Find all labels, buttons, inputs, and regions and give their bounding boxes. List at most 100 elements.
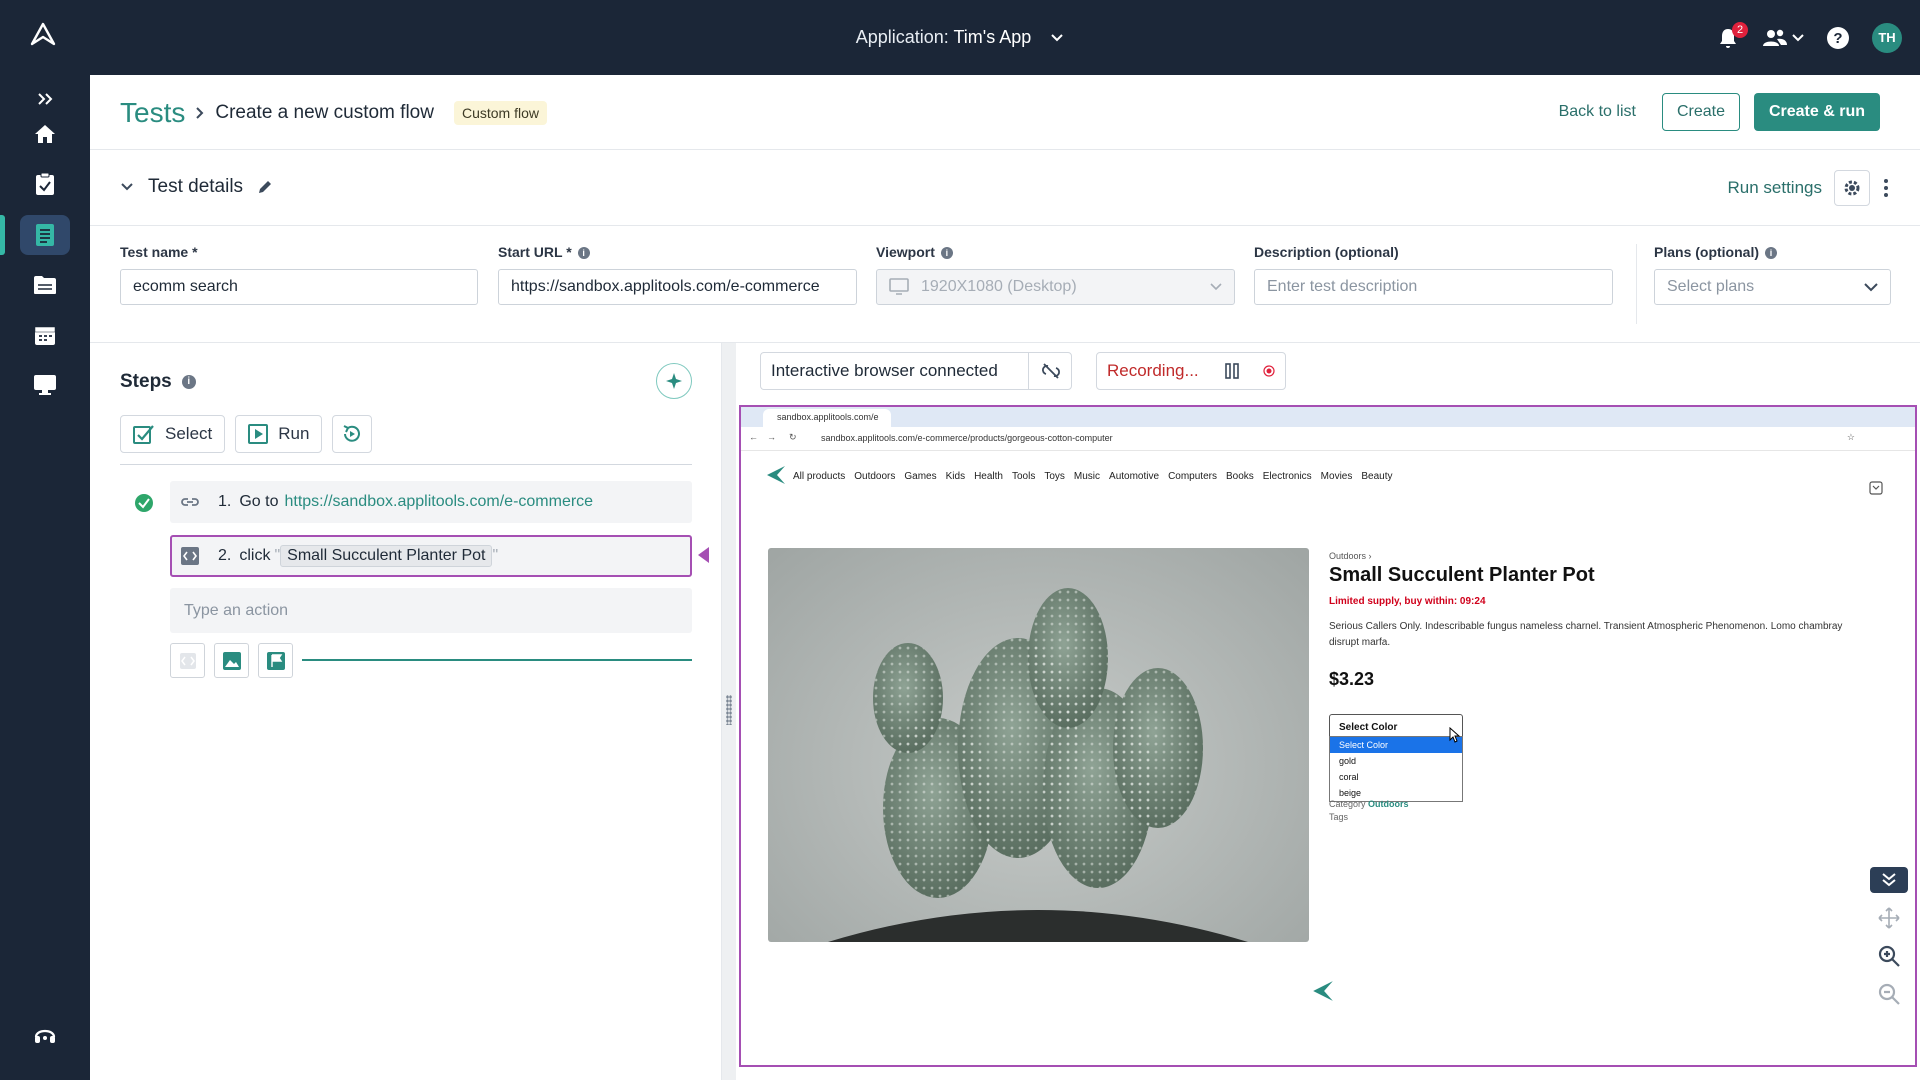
more-vertical-icon[interactable] xyxy=(1882,177,1890,199)
description-input[interactable]: Enter test description xyxy=(1254,269,1613,305)
plans-select[interactable]: Select plans xyxy=(1654,269,1891,305)
back-to-list-button[interactable]: Back to list xyxy=(1547,95,1648,129)
gear-icon xyxy=(1844,180,1860,196)
quote-mark: " xyxy=(492,547,499,564)
sidebar-item-support[interactable] xyxy=(20,1015,70,1055)
color-select-value: Select Color xyxy=(1339,722,1398,733)
notifications-button[interactable]: 2 xyxy=(1716,22,1748,50)
replay-button[interactable] xyxy=(332,415,373,453)
chevron-down-icon xyxy=(1792,34,1804,42)
field-divider xyxy=(1636,244,1637,324)
move-button[interactable] xyxy=(1870,905,1908,931)
product-breadcrumb[interactable]: Outdoors › xyxy=(1329,551,1372,561)
site-nav-item[interactable]: Books xyxy=(1226,471,1254,482)
double-chevron-down-icon xyxy=(1882,873,1896,887)
user-avatar[interactable]: TH xyxy=(1872,23,1902,53)
viewport-select: 1920X1080 (Desktop) xyxy=(876,269,1235,305)
site-nav-item[interactable]: Electronics xyxy=(1263,471,1312,482)
sparkle-icon xyxy=(666,373,682,389)
page-title: Create a new custom flow xyxy=(215,102,434,123)
browser-address-bar: ← → ↻ sandbox.applitools.com/e-commerce/… xyxy=(741,427,1915,451)
cart-icon[interactable] xyxy=(1869,481,1883,495)
sidebar-item-devices[interactable] xyxy=(20,365,70,405)
step-row-1[interactable]: 1. Go to https://sandbox.applitools.com/… xyxy=(170,481,692,523)
step-row-2[interactable]: 2. click " Small Succulent Planter Pot " xyxy=(170,535,692,577)
sidebar-item-schedule[interactable] xyxy=(20,315,70,355)
sidebar-expand-button[interactable] xyxy=(20,79,70,119)
run-settings-link[interactable]: Run settings xyxy=(1728,178,1823,198)
step-action: click xyxy=(239,547,271,564)
code-step-button[interactable] xyxy=(170,643,205,678)
sidebar-item-home[interactable] xyxy=(20,114,70,154)
color-option[interactable]: coral xyxy=(1330,769,1462,785)
pause-icon[interactable] xyxy=(1225,363,1239,379)
browser-tab-title: sandbox.applitools.com/e xyxy=(777,412,879,422)
team-menu-button[interactable] xyxy=(1762,27,1804,49)
site-nav-item[interactable]: All products xyxy=(793,471,845,482)
code-icon xyxy=(181,547,199,565)
visual-check-button[interactable] xyxy=(214,643,249,678)
site-nav-item[interactable]: Toys xyxy=(1044,471,1065,482)
zoom-out-button[interactable] xyxy=(1870,981,1908,1007)
browser-tab[interactable]: sandbox.applitools.com/e xyxy=(763,409,891,427)
reload-icon[interactable]: ↻ xyxy=(789,432,797,443)
run-steps-button[interactable]: Run xyxy=(235,415,323,453)
home-icon xyxy=(35,125,55,143)
checkpoint-button[interactable] xyxy=(258,643,293,678)
sidebar-item-files[interactable] xyxy=(20,265,70,305)
collapse-chevron-icon[interactable] xyxy=(120,182,134,192)
star-icon[interactable]: ☆ xyxy=(1847,432,1855,443)
select-element-button[interactable]: Select xyxy=(120,415,226,453)
site-nav-item[interactable]: Movies xyxy=(1321,471,1353,482)
sidebar-item-tasks[interactable] xyxy=(20,164,70,204)
site-logo-icon[interactable] xyxy=(765,464,787,486)
help-icon[interactable]: ? xyxy=(1826,26,1850,50)
forward-arrow-icon[interactable]: → xyxy=(767,432,776,442)
category-link[interactable]: Outdoors xyxy=(1368,799,1409,809)
site-nav-item[interactable]: Games xyxy=(904,471,936,482)
recording-status: Recording... xyxy=(1096,352,1286,390)
ai-assist-button[interactable] xyxy=(656,363,692,399)
site-nav-item[interactable]: Automotive xyxy=(1109,471,1159,482)
panel-resize-handle[interactable] xyxy=(722,343,736,1080)
image-icon xyxy=(222,651,241,670)
svg-text:?: ? xyxy=(1833,30,1842,47)
site-nav-item[interactable]: Kids xyxy=(946,471,965,482)
site-nav-item[interactable]: Health xyxy=(974,471,1003,482)
scroll-down-button[interactable] xyxy=(1870,867,1908,893)
zoom-in-button[interactable] xyxy=(1870,943,1908,969)
stop-record-icon[interactable] xyxy=(1263,365,1275,377)
color-option[interactable]: Select Color xyxy=(1330,737,1462,753)
site-nav-item[interactable]: Beauty xyxy=(1361,471,1392,482)
create-button[interactable]: Create xyxy=(1661,93,1740,131)
test-name-input[interactable]: ecomm search xyxy=(120,269,478,305)
code-icon xyxy=(179,652,196,669)
back-arrow-icon[interactable]: ← xyxy=(749,432,758,442)
step-number: 2. xyxy=(218,547,232,564)
create-and-run-button[interactable]: Create & run xyxy=(1753,93,1880,131)
select-label: Select xyxy=(165,424,213,443)
app-label: Application: xyxy=(855,27,949,47)
run-settings-button[interactable] xyxy=(1834,170,1870,206)
sidebar xyxy=(0,75,90,1080)
application-selector[interactable]: Application: Tim's App xyxy=(0,27,1920,48)
step-action: Go to xyxy=(239,493,279,510)
viewport-value: 1920X1080 (Desktop) xyxy=(921,278,1077,295)
color-option[interactable]: gold xyxy=(1330,753,1462,769)
step-url-link[interactable]: https://sandbox.applitools.com/e-commerc… xyxy=(284,493,593,511)
sidebar-item-tests[interactable] xyxy=(20,215,70,255)
type-action-input[interactable]: Type an action xyxy=(170,588,692,633)
color-options-list: Select Color gold coral beige xyxy=(1329,736,1463,802)
disconnect-button[interactable] xyxy=(1028,353,1061,389)
site-nav-item[interactable]: Music xyxy=(1074,471,1100,482)
info-icon: i xyxy=(940,247,953,259)
breadcrumb-tests-link[interactable]: Tests xyxy=(120,97,185,129)
site-nav-item[interactable]: Outdoors xyxy=(854,471,895,482)
browser-url[interactable]: sandbox.applitools.com/e-commerce/produc… xyxy=(821,433,1113,443)
site-nav-item[interactable]: Computers xyxy=(1168,471,1217,482)
replay-icon xyxy=(343,425,361,442)
site-nav-item[interactable]: Tools xyxy=(1012,471,1035,482)
pencil-icon[interactable] xyxy=(257,179,273,195)
start-url-input[interactable]: https://sandbox.applitools.com/e-commerc… xyxy=(498,269,857,305)
browser-frame[interactable]: sandbox.applitools.com/e ← → ↻ sandbox.a… xyxy=(739,405,1917,1067)
